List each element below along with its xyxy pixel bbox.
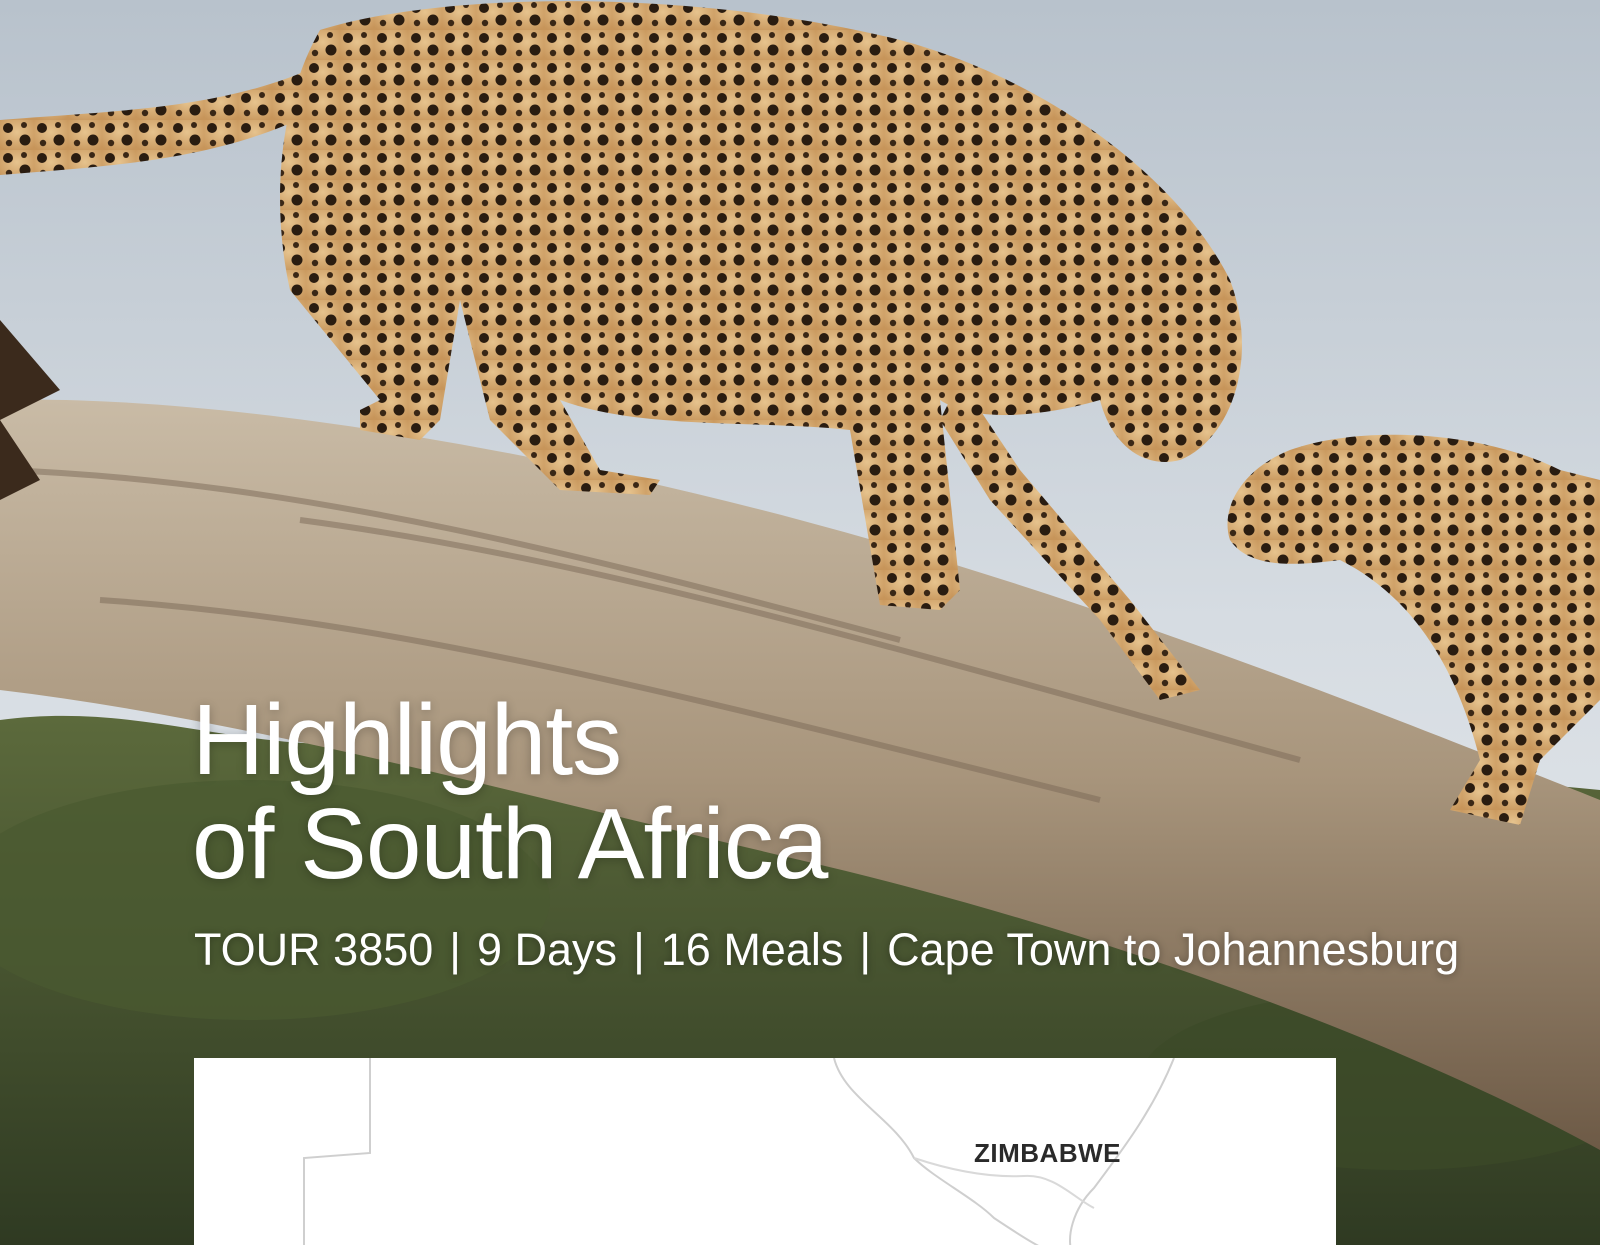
tour-title: Highlights of South Africa [192, 684, 828, 900]
tour-duration: 9 Days [477, 924, 618, 975]
tour-route: Cape Town to Johannesburg [887, 924, 1460, 975]
tour-details: TOUR 3850 | 9 Days | 16 Meals | Cape Town to J… [194, 920, 1459, 980]
tour-meals: 16 Meals [660, 924, 844, 975]
separator: | [449, 924, 461, 975]
separator: | [633, 924, 645, 975]
map-borders [303, 1058, 1175, 1245]
tour-title-line-2: of South Africa [192, 788, 828, 900]
brochure-page: Highlights of South Africa TOUR 3850 | 9 D… [0, 0, 1600, 1245]
separator: | [859, 924, 872, 975]
tour-code: TOUR 3850 [194, 924, 434, 975]
tour-route-map: ZIMBABWE [194, 1058, 1336, 1245]
tour-title-line-1: Highlights [192, 684, 622, 796]
map-label-zimbabwe: ZIMBABWE [974, 1138, 1121, 1168]
